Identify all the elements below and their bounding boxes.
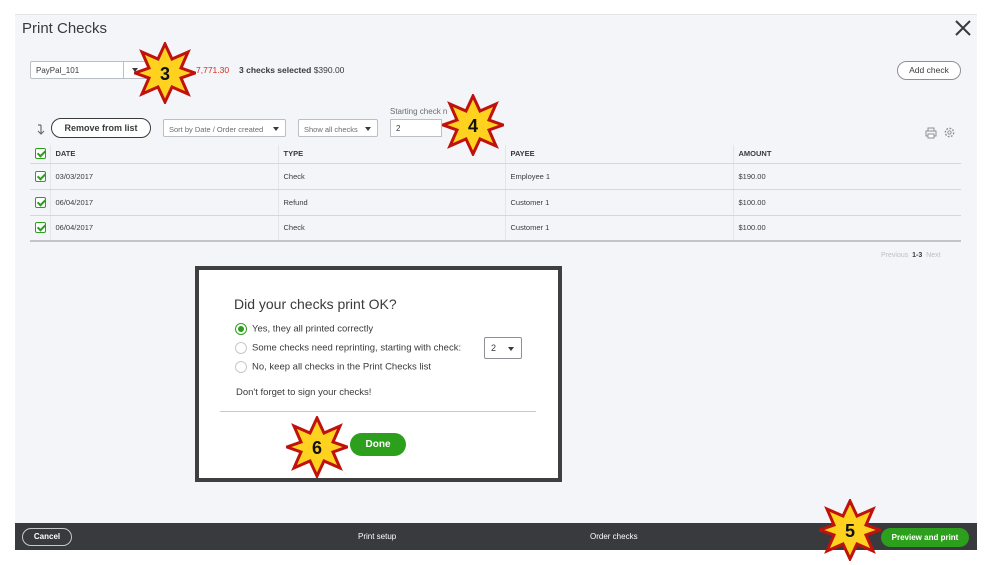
radio-option-label: Yes, they all printed correctly (252, 323, 374, 335)
row-payee: Customer 1 (505, 215, 734, 242)
callout-number: 5 (845, 521, 855, 541)
selected-total: $390.00 (313, 65, 345, 75)
row-date: 06/04/2017 (50, 215, 279, 242)
radio-option-keep-all[interactable]: No, keep all checks in the Print Checks … (235, 361, 431, 373)
close-icon[interactable] (953, 18, 973, 38)
callout-number: 3 (160, 64, 170, 84)
starting-check-label: Starting check n (390, 107, 448, 116)
row-type: Check (278, 163, 506, 190)
row-type: Check (278, 215, 506, 242)
sort-arrow-icon[interactable] (35, 124, 47, 136)
page-title: Print Checks (22, 20, 108, 37)
print-setup-link[interactable]: Print setup (358, 532, 396, 541)
order-checks-link[interactable]: Order checks (590, 532, 638, 541)
row-payee: Customer 1 (505, 189, 734, 216)
table-row[interactable]: 06/04/2017 Refund Customer 1 $100.00 (30, 189, 961, 216)
dialog-divider (220, 411, 536, 412)
pager-previous[interactable]: Previous (881, 252, 908, 259)
row-checkbox[interactable] (35, 170, 46, 182)
table-row[interactable]: 06/04/2017 Check Customer 1 $100.00 (30, 215, 961, 242)
callout-badge-6: 6 (286, 416, 348, 478)
dialog-title: Did your checks print OK? (234, 296, 397, 312)
starting-check-input[interactable]: 2 (390, 119, 442, 137)
radio-button-selected[interactable] (235, 323, 247, 335)
remove-from-list-button[interactable]: Remove from list (51, 118, 151, 138)
column-header-payee[interactable]: PAYEE (505, 145, 734, 164)
row-date: 06/04/2017 (50, 189, 279, 216)
callout-number: 6 (312, 438, 322, 458)
filter-dropdown[interactable]: Show all checks (298, 119, 378, 137)
account-select[interactable]: PayPal_101 (30, 61, 148, 79)
row-amount: $100.00 (733, 215, 961, 242)
selected-count: 3 checks selected (239, 65, 312, 75)
add-check-button[interactable]: Add check (897, 61, 961, 80)
pagination: Previous 1-3 Next (881, 252, 941, 259)
gear-icon[interactable] (943, 126, 956, 139)
pager-range: 1-3 (912, 252, 923, 259)
pager-next[interactable]: Next (926, 252, 940, 259)
radio-option-all-printed[interactable]: Yes, they all printed correctly (235, 323, 373, 335)
radio-option-reprint[interactable]: Some checks need reprinting, starting wi… (235, 342, 461, 354)
reprint-start-dropdown[interactable]: 2 (484, 337, 522, 359)
callout-badge-5: 5 (819, 499, 881, 561)
selection-summary: 3 checks selected $390.00 (239, 65, 344, 75)
done-button[interactable]: Done (350, 433, 406, 456)
row-amount: $190.00 (733, 163, 961, 190)
row-checkbox[interactable] (35, 196, 46, 208)
checks-table: DATE TYPE PAYEE AMOUNT 03/03/2017 Check … (30, 145, 961, 242)
select-all-checkbox[interactable] (35, 148, 46, 160)
account-balance: 7,771.30 (196, 65, 230, 75)
account-select-value: PayPal_101 (36, 66, 80, 75)
cancel-button[interactable]: Cancel (22, 528, 72, 546)
row-select-cell[interactable] (30, 163, 51, 190)
select-all-cell[interactable] (30, 145, 51, 164)
column-header-amount[interactable]: AMOUNT (733, 145, 961, 164)
radio-button[interactable] (235, 361, 247, 373)
radio-option-label: Some checks need reprinting, starting wi… (252, 342, 462, 354)
sign-checks-note: Don't forget to sign your checks! (236, 387, 372, 398)
row-amount: $100.00 (733, 189, 961, 216)
table-row[interactable]: 03/03/2017 Check Employee 1 $190.00 (30, 163, 961, 190)
sort-dropdown[interactable]: Sort by Date / Order created (163, 119, 286, 137)
row-type: Refund (278, 189, 506, 216)
print-confirm-dialog: Did your checks print OK? Yes, they all … (195, 266, 562, 482)
row-payee: Employee 1 (505, 163, 734, 190)
row-checkbox[interactable] (35, 222, 46, 234)
radio-button[interactable] (235, 342, 247, 354)
row-date: 03/03/2017 (50, 163, 279, 190)
callout-number: 4 (468, 116, 478, 136)
row-select-cell[interactable] (30, 189, 51, 216)
column-header-date[interactable]: DATE (50, 145, 279, 164)
print-checks-screen: Print Checks PayPal_101 7,771.30 3 check… (0, 0, 999, 565)
callout-badge-4: 4 (442, 94, 504, 156)
callout-badge-3: 3 (134, 42, 196, 104)
row-select-cell[interactable] (30, 215, 51, 242)
preview-and-print-button[interactable]: Preview and print (881, 528, 969, 547)
radio-option-label: No, keep all checks in the Print Checks … (252, 361, 431, 373)
printer-icon[interactable] (925, 127, 937, 139)
